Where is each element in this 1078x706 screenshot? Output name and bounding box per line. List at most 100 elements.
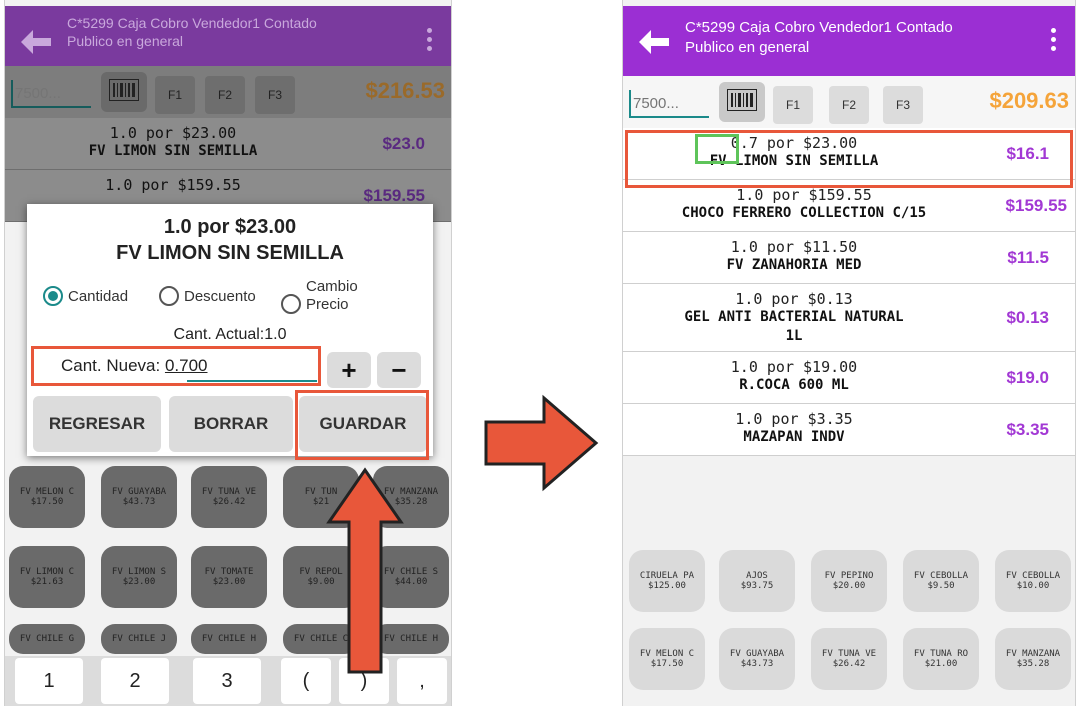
code-input[interactable]: [629, 90, 709, 118]
product-button[interactable]: FV TUNA VE $26.42: [811, 628, 887, 690]
barcode-button[interactable]: [101, 72, 147, 112]
product-name: FV TUNA VE: [201, 487, 257, 497]
toolbar: F1 F2 F3 $216.53: [5, 66, 451, 118]
product-button[interactable]: FV MELON C $17.50: [629, 628, 705, 690]
product-name: FV CEBOLLA: [1005, 571, 1061, 581]
item-name: MAZAPAN INDV: [743, 429, 845, 445]
list-item[interactable]: 1.0 por $19.00 R.COCA 600 ML $19.0: [623, 352, 1075, 404]
product-button[interactable]: AJOS $93.75: [719, 550, 795, 612]
product-name: FV CHILE H: [201, 634, 257, 644]
product-button[interactable]: FV CEBOLLA $10.00: [995, 550, 1071, 612]
product-price: $125.00: [648, 581, 686, 591]
product-button[interactable]: FV TUNA RO $21.00: [903, 628, 979, 690]
product-button[interactable]: FV MELON C $17.50: [9, 466, 85, 528]
key-2[interactable]: 2: [101, 658, 169, 704]
f3-button[interactable]: F3: [255, 76, 295, 114]
item-price: $11.5: [1007, 248, 1049, 267]
item-price: $0.13: [1006, 308, 1049, 327]
radio-descuento[interactable]: Descuento: [159, 286, 256, 306]
regresar-button[interactable]: REGRESAR: [33, 396, 161, 452]
product-button[interactable]: FV CHILE J: [101, 624, 177, 654]
product-button[interactable]: FV LIMON S $23.00: [101, 546, 177, 608]
product-button[interactable]: FV CEBOLLA $9.50: [903, 550, 979, 612]
key-1[interactable]: 1: [15, 658, 83, 704]
right-screen: C*5299 Caja Cobro Vendedor1 Contado Publ…: [622, 0, 1076, 706]
borrar-button[interactable]: BORRAR: [169, 396, 293, 452]
app-title: C*5299 Caja Cobro Vendedor1 Contado Publ…: [67, 14, 411, 50]
minus-button[interactable]: −: [377, 352, 421, 388]
product-name: FV MELON C: [639, 649, 695, 659]
product-name: FV PEPINO: [824, 571, 874, 581]
barcode-icon: [726, 87, 758, 116]
product-button[interactable]: FV GUAYABA $43.73: [101, 466, 177, 528]
radio-cantidad[interactable]: Cantidad: [43, 286, 128, 306]
f2-button[interactable]: F2: [829, 86, 869, 124]
barcode-button[interactable]: [719, 82, 765, 122]
product-price: $93.75: [740, 581, 774, 591]
product-button[interactable]: FV TOMATE $23.00: [191, 546, 267, 608]
more-vert-icon[interactable]: [1051, 28, 1057, 54]
product-name: AJOS: [746, 571, 768, 581]
plus-button[interactable]: +: [327, 352, 371, 388]
f3-button[interactable]: F3: [883, 86, 923, 124]
highlight-new-quantity: [31, 346, 321, 386]
code-input[interactable]: [11, 80, 91, 108]
dialog-qty-line: 1.0 por $23.00: [163, 216, 297, 238]
item-price: $23.0: [382, 134, 425, 153]
list-item[interactable]: 1.0 por $11.50 FV ZANAHORIA MED $11.5: [623, 232, 1075, 284]
toolbar: F1 F2 F3 $209.63: [623, 76, 1075, 128]
comparison-screenshot: C*5299 Caja Cobro Vendedor1 Contado Publ…: [0, 0, 1078, 706]
product-price: $23.00: [212, 577, 246, 587]
highlight-updated-item: [625, 130, 1073, 188]
key-open-paren[interactable]: (: [281, 658, 331, 704]
more-vert-icon[interactable]: [427, 28, 433, 54]
highlight-guardar: [295, 390, 429, 460]
left-screen: C*5299 Caja Cobro Vendedor1 Contado Publ…: [4, 0, 452, 706]
product-name: FV TUNA RO: [913, 649, 969, 659]
product-price: $43.73: [122, 497, 156, 507]
product-button[interactable]: FV PEPINO $20.00: [811, 550, 887, 612]
product-price: $17.50: [30, 497, 64, 507]
item-name: FV LIMON SIN SEMILLA: [88, 143, 258, 159]
right-arrow-icon: [482, 394, 600, 492]
item-qty: 1.0 por $19.00: [730, 358, 858, 376]
app-title-line1: C*5299 Caja Cobro Vendedor1 Contado: [67, 15, 317, 31]
back-arrow-icon[interactable]: [637, 28, 671, 56]
list-item[interactable]: 1.0 por $0.13 GEL ANTI BACTERIAL NATURAL…: [623, 284, 1075, 352]
key-3[interactable]: 3: [193, 658, 261, 704]
item-price: $3.35: [1006, 420, 1049, 439]
product-price: $20.00: [832, 581, 866, 591]
product-price: $9.50: [927, 581, 955, 591]
radio-cambio-precio[interactable]: Cambio Precio: [281, 278, 362, 322]
product-price: $10.00: [1016, 581, 1050, 591]
item-price: $159.55: [1005, 196, 1067, 215]
product-price: $26.42: [832, 659, 866, 669]
item-qty: 1.0 por $23.00: [109, 124, 237, 142]
list-item[interactable]: 1.0 por $23.00 FV LIMON SIN SEMILLA $23.…: [5, 118, 451, 170]
highlight-updated-qty: [695, 134, 739, 164]
f2-button[interactable]: F2: [205, 76, 245, 114]
product-button[interactable]: CIRUELA PA $125.00: [629, 550, 705, 612]
radio-unselected-icon: [159, 286, 179, 306]
product-name: FV MELON C: [19, 487, 75, 497]
list-item[interactable]: 1.0 por $3.35 MAZAPAN INDV $3.35: [623, 404, 1075, 456]
dialog-product-name: FV LIMON SIN SEMILLA: [116, 242, 344, 264]
product-button[interactable]: FV MANZANA $35.28: [995, 628, 1071, 690]
product-button[interactable]: FV CHILE H: [191, 624, 267, 654]
radio-label: Cantidad: [68, 287, 129, 305]
product-price: $43.73: [740, 659, 774, 669]
product-price: $23.00: [122, 577, 156, 587]
back-arrow-icon[interactable]: [19, 28, 53, 56]
product-price: $17.50: [650, 659, 684, 669]
f1-button[interactable]: F1: [773, 86, 813, 124]
app-title-line2: Publico en general: [67, 33, 183, 49]
radio-label: Cambio: [306, 278, 358, 295]
f1-button[interactable]: F1: [155, 76, 195, 114]
item-qty: 1.0 por $159.55: [105, 176, 241, 194]
product-name: FV LIMON C: [19, 567, 75, 577]
item-name: FV ZANAHORIA MED: [726, 257, 862, 273]
product-button[interactable]: FV GUAYABA $43.73: [719, 628, 795, 690]
product-button[interactable]: FV TUNA VE $26.42: [191, 466, 267, 528]
product-button[interactable]: FV LIMON C $21.63: [9, 546, 85, 608]
product-button[interactable]: FV CHILE G: [9, 624, 85, 654]
